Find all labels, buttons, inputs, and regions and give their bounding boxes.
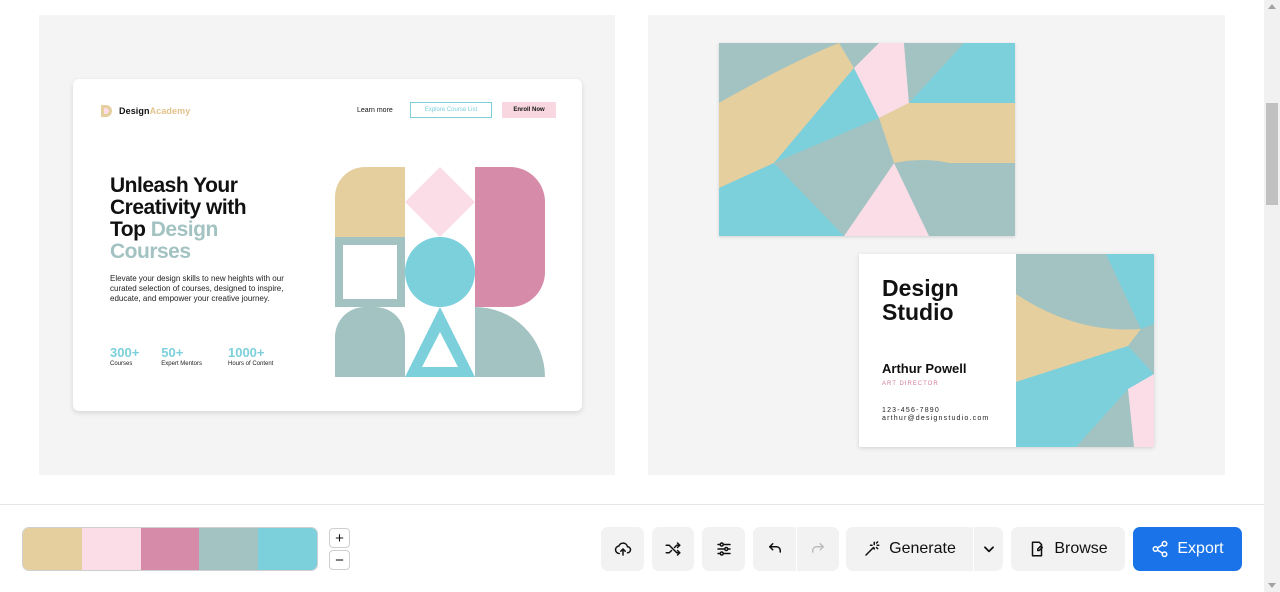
chevron-down-icon [983,546,994,553]
stat-courses: 300+ Courses [110,345,140,367]
nav-enroll-button: Enroll Now [502,102,556,118]
scroll-up-icon[interactable] [1268,4,1276,9]
adjust-button[interactable] [702,527,745,571]
remove-color-button[interactable]: − [329,550,350,570]
business-card-front: Design Studio Arthur Powell ART DIRECTOR… [859,254,1154,447]
share-icon [1152,540,1168,558]
browse-button[interactable]: Browse [1011,527,1125,571]
generate-options-button[interactable] [974,527,1003,571]
logo-text: DesignAcademy [119,106,191,116]
generate-group: Generate [846,527,1003,571]
palette-swatch-4[interactable] [199,528,259,570]
palette-swatch-1[interactable] [23,528,82,570]
nav-explore-button: Explore Course List [410,102,492,118]
card-front-artwork [1016,254,1154,447]
card-email: arthur@designstudio.com [882,415,990,422]
landing-page-mockup: DesignAcademy Learn more Explore Course … [73,79,582,411]
nav-learn-more-link: Learn more [357,107,393,114]
sliders-icon [716,542,731,556]
browse-icon [1032,541,1044,557]
toolbar-divider [0,504,1264,505]
palette-swatch-3[interactable] [140,528,200,570]
generate-button[interactable]: Generate [846,527,973,571]
scroll-down-icon[interactable] [1268,583,1276,588]
card-phone: 123-456-7890 [882,407,940,414]
redo-button[interactable] [797,527,839,571]
shuffle-icon [665,542,681,556]
logo-mark-icon [101,105,112,117]
geometric-artwork [335,167,545,377]
upload-button[interactable] [601,527,644,571]
hero-heading: Unleash Your Creativity with Top Design … [110,174,247,263]
undo-icon [768,543,781,553]
card-role: ART DIRECTOR [882,381,939,387]
stat-hours: 1000+ Hours of Content [227,345,274,367]
export-button[interactable]: Export [1133,527,1242,571]
palette-swatch-2[interactable] [81,528,141,570]
landing-logo: DesignAcademy [99,104,190,118]
vertical-scrollbar[interactable] [1264,0,1280,592]
undo-button[interactable] [753,527,796,571]
color-palette[interactable] [22,527,318,571]
cloud-upload-icon [614,542,631,556]
add-color-button[interactable]: + [329,528,350,548]
business-card-back [719,43,1015,236]
stat-mentors: 50+ Expert Mentors [161,345,202,367]
redo-icon [812,543,824,553]
magic-wand-icon [865,541,880,556]
card-title: Design Studio [882,275,959,325]
scroll-thumb[interactable] [1266,103,1278,205]
palette-swatch-5[interactable] [258,528,317,570]
stats-row: 300+ Courses 50+ Expert Mentors 1000+ Ho… [110,345,295,367]
shuffle-button[interactable] [652,527,694,571]
card-name: Arthur Powell [882,361,967,376]
hero-description: Elevate your design skills to new height… [110,274,284,303]
